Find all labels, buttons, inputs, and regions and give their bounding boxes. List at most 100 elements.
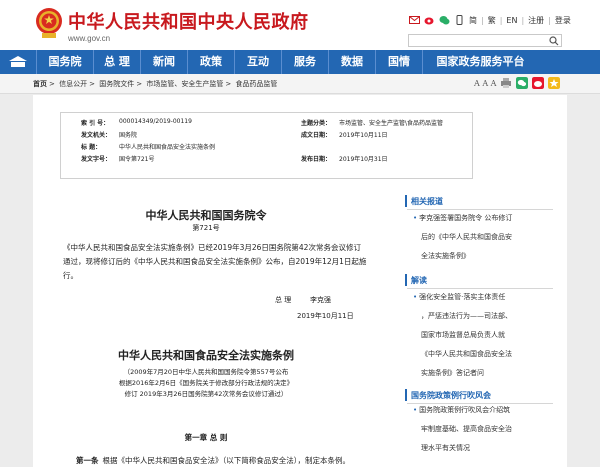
decree-line: 行。 [63,271,78,280]
chapter-heading: 第一章 总 则 [184,433,228,442]
section-marker [405,274,407,286]
breadcrumb: 首页 > 信息公开 > 国务院文件 > 市场监管、安全生产监管 > 食品药品监管 [33,79,279,89]
qzone-share-icon[interactable] [548,77,561,89]
home-icon [9,56,27,67]
link-text[interactable]: 强化安全监管·落实主体责任 [419,293,505,301]
nav-government-service-platform[interactable]: 国家政务服务平台 [423,50,538,74]
separator: | [481,15,484,25]
breadcrumb-market-regulation[interactable]: 市场监管、安全生产监管 [146,80,223,88]
created-value: 2019年10月11日 [339,132,388,139]
national-emblem-icon[interactable] [34,6,64,40]
regulation-note-2: 根据2016年2月6日《国务院关于修改部分行政法规的决定》 [118,379,294,387]
regulation-title: 中华人民共和国食品安全法实施条例 [118,349,294,362]
nav-news[interactable]: 新闻 [141,50,187,74]
wechat-icon[interactable] [439,15,450,25]
related-report-link[interactable]: • 李克强签署国务院令 公布修订 后的《中华人民共和国食品安 全法实施条例》 [413,209,551,266]
link-text[interactable]: 国务院政策例行吹风会介绍筑 [419,406,510,414]
section-marker [405,389,407,401]
wechat-share-icon[interactable] [516,77,529,89]
lang-simplified-link[interactable]: 简 [469,15,477,26]
breadcrumb-separator: > [49,80,55,88]
signature-title: 总 理 [275,296,292,304]
section-marker [405,195,407,207]
topic-value: 市场监管、安全生产监管\食品药品监管 [339,120,444,127]
doc-no-label: 发文字号： [81,156,112,163]
phone-icon[interactable] [454,15,465,25]
site-header: 中华人民共和国中央人民政府 www.gov.cn 简 | 繁 | EN | 注册… [0,0,600,54]
link-text[interactable]: 牢制度基础、提高食品安全治 [413,420,551,439]
site-title[interactable]: 中华人民共和国中央人民政府 [68,8,309,34]
nav-services[interactable]: 服务 [282,50,328,74]
breadcrumb-home[interactable]: 首页 [33,80,47,88]
decree-paragraph: 《中华人民共和国食品安全法实施条例》已经2019年3月26日国务院第42次常务会… [63,241,423,283]
link-text[interactable]: 后的《中华人民共和国食品安 [413,228,551,247]
link-text[interactable]: 理水平有关情况 [413,439,551,458]
decree-line: 通过，现将修订后的《中华人民共和国食品安全法实施条例》公布，自2019年12月1… [63,257,367,266]
interpretation-link[interactable]: • 强化安全监管·落实主体责任 ，严惩违法行为——司法部、 国家市场监督总局负责人… [413,288,551,383]
breadcrumb-separator: > [136,80,143,88]
issuer-value: 国务院 [119,132,138,139]
breadcrumb-bar: 首页 > 信息公开 > 国务院文件 > 市场监管、安全生产监管 > 食品药品监管 A A… [0,74,600,94]
mail-icon[interactable] [409,15,420,25]
article-text: 根据《中华人民共和国食品安全法》（以下简称食品安全法），制定本条例。 [102,456,351,465]
policy-briefing-link[interactable]: • 国务院政策例行吹风会介绍筑 牢制度基础、提高食品安全治 理水平有关情况 [413,401,551,458]
topic-label: 主题分类： [301,120,332,127]
login-link[interactable]: 登录 [555,15,571,26]
published-value: 2019年10月31日 [339,156,388,163]
published-label: 发布日期： [301,156,332,163]
separator: | [499,15,503,25]
bullet-icon: • [413,406,418,414]
separator: | [521,15,525,25]
link-text[interactable]: 国家市场监督总局负责人就 [413,326,551,345]
register-link[interactable]: 注册 [528,15,544,26]
site-url: www.gov.cn [68,34,111,43]
nav-home[interactable] [0,50,36,74]
article-number: 第一条 [76,456,99,465]
bullet-icon: • [413,214,418,222]
link-text[interactable]: 全法实施条例》 [413,247,551,266]
decree-title: 中华人民共和国国务院令 [145,209,267,222]
regulation-note-3: 修订 2019年3月26日国务院第42次常务会议修订通过） [124,390,288,398]
print-icon[interactable] [500,77,512,89]
main-nav: 国务院 总 理 新闻 政策 互动 服务 数据 国情 国家政务服务平台 [0,50,600,74]
policy-briefing-heading: 国务院政策例行吹风会 [411,391,491,400]
created-label: 成文日期： [301,132,332,139]
lang-english-link[interactable]: EN [506,16,517,25]
font-size-toggle[interactable]: A A A [474,79,496,88]
link-text[interactable]: 《中华人民共和国食品安全法 [413,345,551,364]
article-content: 索 引 号： 000014349/2019-00119 主题分类： 市场监管、安… [33,95,567,467]
interpretation-heading: 解读 [411,276,427,285]
decree-number: 第721号 [192,224,220,232]
top-links: 简 | 繁 | EN | 注册 | 登录 [409,12,571,28]
breadcrumb-food-drug[interactable]: 食品药品监管 [235,80,277,88]
breadcrumb-separator: > [89,80,95,88]
link-text[interactable]: 实施条例》答记者问 [413,364,551,383]
search-icon[interactable] [549,36,559,46]
link-text[interactable]: 李克强签署国务院令 公布修订 [419,214,512,222]
document-info-table: 索 引 号： 000014349/2019-00119 主题分类： 市场监管、安… [60,112,473,179]
link-text[interactable]: ，严惩违法行为——司法部、 [413,307,551,326]
nav-policy[interactable]: 政策 [188,50,234,74]
nav-data[interactable]: 数据 [329,50,375,74]
weibo-share-icon[interactable] [532,77,545,89]
weibo-icon[interactable] [424,15,435,25]
nav-state-council[interactable]: 国务院 [37,50,93,74]
search-box [408,34,562,54]
nav-national-info[interactable]: 国情 [376,50,422,74]
breadcrumb-info-disclosure[interactable]: 信息公开 [59,80,87,88]
related-reports-heading: 相关报道 [411,197,443,206]
doc-no-value: 国令第721号 [119,156,155,163]
nav-interaction[interactable]: 互动 [235,50,281,74]
index-no-value: 000014349/2019-00119 [119,118,192,125]
title-value: 中华人民共和国食品安全法实施条例 [119,144,216,151]
index-no-label: 索 引 号： [81,120,110,127]
regulation-note-1: （2009年7月20日中华人民共和国国务院令第557号公布 [123,368,289,376]
nav-premier[interactable]: 总 理 [94,50,140,74]
signature-date: 2019年10月11日 [297,312,354,320]
title-label: 标 题： [81,144,102,151]
bullet-icon: • [413,293,418,301]
issuer-label: 发文机关： [81,132,112,139]
lang-traditional-link[interactable]: 繁 [488,15,496,26]
breadcrumb-sc-documents[interactable]: 国务院文件 [99,80,134,88]
article-1: 第一条 根据《中华人民共和国食品安全法》（以下简称食品安全法），制定本条例。 [76,455,350,466]
